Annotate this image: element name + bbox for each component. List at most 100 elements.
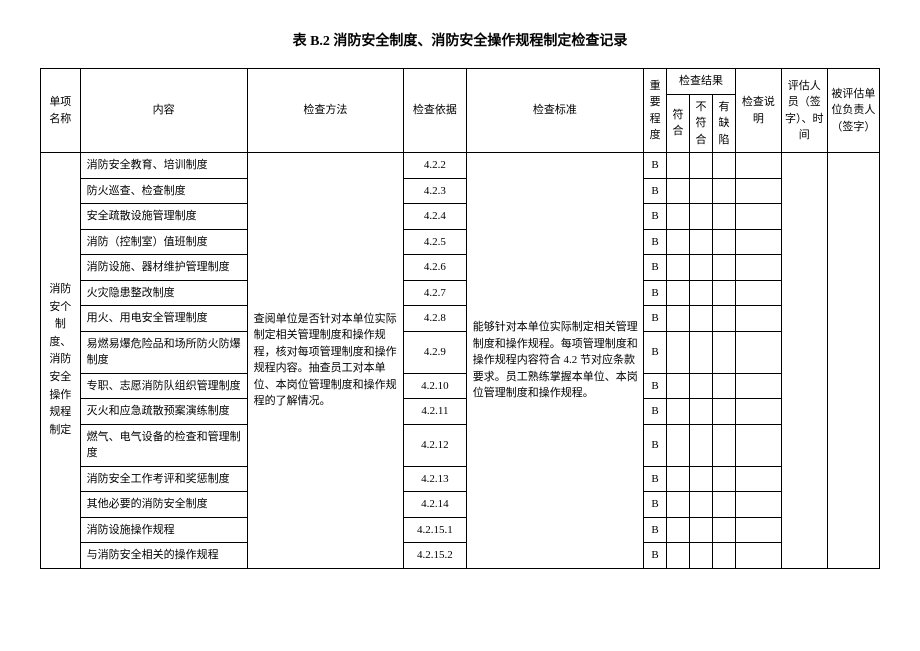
level-cell: B bbox=[644, 373, 667, 399]
level-cell: B bbox=[644, 153, 667, 179]
header-result-missing: 有缺陷 bbox=[712, 94, 735, 153]
basis-cell: 4.2.7 bbox=[404, 280, 467, 306]
table-row: 消防（控制室）值班制度4.2.5B bbox=[41, 229, 880, 255]
content-cell: 消防设施、器材维护管理制度 bbox=[80, 255, 247, 281]
result-cell bbox=[667, 373, 690, 399]
table-row: 与消防安全相关的操作规程4.2.15.2B bbox=[41, 543, 880, 569]
desc-cell bbox=[735, 466, 781, 492]
content-cell: 消防设施操作规程 bbox=[80, 517, 247, 543]
level-cell: B bbox=[644, 306, 667, 332]
result-cell bbox=[667, 517, 690, 543]
result-cell bbox=[712, 424, 735, 466]
table-row: 易燃易爆危险品和场所防火防爆制度4.2.9B bbox=[41, 331, 880, 373]
basis-cell: 4.2.11 bbox=[404, 399, 467, 425]
basis-cell: 4.2.10 bbox=[404, 373, 467, 399]
result-cell bbox=[667, 466, 690, 492]
table-title: 表 B.2 消防安全制度、消防安全操作规程制定检查记录 bbox=[40, 30, 880, 50]
owner-cell bbox=[827, 153, 879, 569]
content-cell: 消防安全教育、培训制度 bbox=[80, 153, 247, 179]
result-cell bbox=[667, 153, 690, 179]
result-cell bbox=[690, 178, 713, 204]
result-cell bbox=[690, 424, 713, 466]
desc-cell bbox=[735, 229, 781, 255]
result-cell bbox=[712, 178, 735, 204]
header-result-pass: 符合 bbox=[667, 94, 690, 153]
desc-cell bbox=[735, 543, 781, 569]
desc-cell bbox=[735, 204, 781, 230]
basis-cell: 4.2.3 bbox=[404, 178, 467, 204]
table-row: 其他必要的消防安全制度 4.2.14 B bbox=[41, 492, 880, 518]
desc-cell bbox=[735, 517, 781, 543]
result-cell bbox=[690, 492, 713, 518]
result-cell bbox=[690, 306, 713, 332]
header-result: 检查结果 bbox=[667, 69, 736, 95]
method-cell: 查阅单位是否针对本单位实际制定相关管理制度和操作规程，核对每项管理制度和操作规程… bbox=[247, 153, 404, 569]
result-cell bbox=[712, 543, 735, 569]
header-result-fail: 不符合 bbox=[690, 94, 713, 153]
table-row: 燃气、电气设备的检查和管理制度4.2.12B bbox=[41, 424, 880, 466]
header-standard: 检查标准 bbox=[466, 69, 643, 153]
result-cell bbox=[712, 399, 735, 425]
basis-cell: 4.2.15.2 bbox=[404, 543, 467, 569]
inspection-table: 单项名称 内容 检查方法 检查依据 检查标准 重要程度 检查结果 检查说明 评估… bbox=[40, 68, 880, 569]
basis-cell: 4.2.6 bbox=[404, 255, 467, 281]
result-cell bbox=[667, 331, 690, 373]
level-cell: B bbox=[644, 229, 667, 255]
basis-cell: 4.2.13 bbox=[404, 466, 467, 492]
result-cell bbox=[667, 255, 690, 281]
result-cell bbox=[712, 466, 735, 492]
result-cell bbox=[690, 466, 713, 492]
result-cell bbox=[667, 306, 690, 332]
basis-cell: 4.2.14 bbox=[404, 492, 467, 518]
desc-cell bbox=[735, 306, 781, 332]
level-cell: B bbox=[644, 178, 667, 204]
content-cell: 防火巡查、检查制度 bbox=[80, 178, 247, 204]
table-row: 灭火和应急疏散预案演练制度4.2.11B bbox=[41, 399, 880, 425]
basis-cell: 4.2.9 bbox=[404, 331, 467, 373]
table-row: 消防安个制度、消防安全操作规程制定消防安全教育、培训制度查阅单位是否针对本单位实… bbox=[41, 153, 880, 179]
result-cell bbox=[712, 153, 735, 179]
table-row: 火灾隐患整改制度 4.2.7 B bbox=[41, 280, 880, 306]
content-cell: 用火、用电安全管理制度 bbox=[80, 306, 247, 332]
table-row: 安全疏散设施管理制度4.2.4B bbox=[41, 204, 880, 230]
level-cell: B bbox=[644, 280, 667, 306]
content-cell: 灭火和应急疏散预案演练制度 bbox=[80, 399, 247, 425]
basis-cell: 4.2.15.1 bbox=[404, 517, 467, 543]
content-cell: 其他必要的消防安全制度 bbox=[80, 492, 247, 518]
level-cell: B bbox=[644, 492, 667, 518]
content-cell: 易燃易爆危险品和场所防火防爆制度 bbox=[80, 331, 247, 373]
result-cell bbox=[690, 280, 713, 306]
result-cell bbox=[667, 424, 690, 466]
level-cell: B bbox=[644, 424, 667, 466]
desc-cell bbox=[735, 331, 781, 373]
result-cell bbox=[690, 153, 713, 179]
result-cell bbox=[712, 229, 735, 255]
result-cell bbox=[690, 373, 713, 399]
result-cell bbox=[712, 517, 735, 543]
basis-cell: 4.2.4 bbox=[404, 204, 467, 230]
header-desc: 检查说明 bbox=[735, 69, 781, 153]
desc-cell bbox=[735, 255, 781, 281]
level-cell: B bbox=[644, 255, 667, 281]
content-cell: 消防（控制室）值班制度 bbox=[80, 229, 247, 255]
table-row: 消防设施操作规程 4.2.15.1 B bbox=[41, 517, 880, 543]
result-cell bbox=[712, 306, 735, 332]
desc-cell bbox=[735, 373, 781, 399]
level-cell: B bbox=[644, 517, 667, 543]
result-cell bbox=[690, 399, 713, 425]
content-cell: 火灾隐患整改制度 bbox=[80, 280, 247, 306]
basis-cell: 4.2.8 bbox=[404, 306, 467, 332]
header-assessor: 评估人员（签字）、时间 bbox=[781, 69, 827, 153]
level-cell: B bbox=[644, 204, 667, 230]
header-basis: 检查依据 bbox=[404, 69, 467, 153]
table-row: 用火、用电安全管理制度 4.2.8 B bbox=[41, 306, 880, 332]
level-cell: B bbox=[644, 466, 667, 492]
result-cell bbox=[667, 178, 690, 204]
result-cell bbox=[667, 492, 690, 518]
desc-cell bbox=[735, 492, 781, 518]
result-cell bbox=[690, 331, 713, 373]
result-cell bbox=[690, 204, 713, 230]
level-cell: B bbox=[644, 543, 667, 569]
result-cell bbox=[712, 204, 735, 230]
result-cell bbox=[712, 255, 735, 281]
